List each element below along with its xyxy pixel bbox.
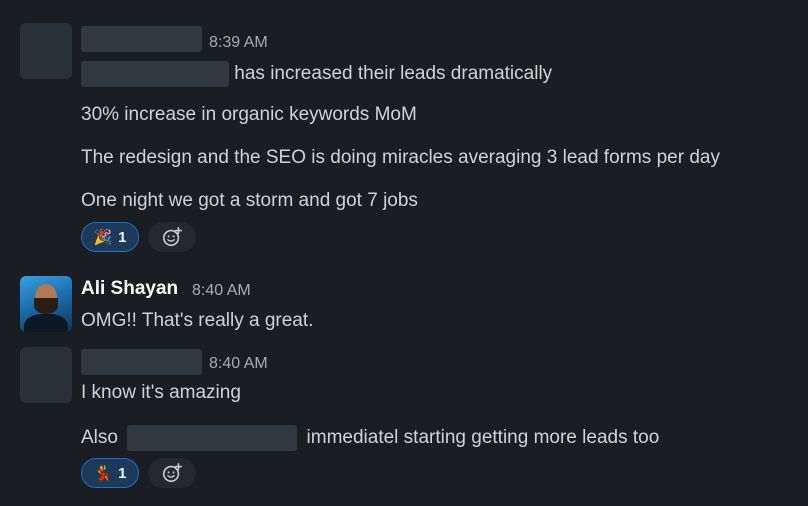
sender-name-redacted[interactable] [81, 349, 202, 375]
dancer-emoji: 💃 [93, 465, 113, 482]
timestamp[interactable]: 8:40 AM [209, 355, 268, 373]
message-text: has increased their leads dramatically [234, 63, 553, 85]
message-line: OMG!! That's really a great. [81, 310, 314, 331]
party-popper-emoji: 🎉 [93, 229, 113, 246]
add-emoji-icon [162, 463, 182, 483]
reaction-dancer[interactable]: 💃 1 [81, 458, 139, 488]
sender-name[interactable]: Ali Shayan [81, 278, 178, 300]
reaction-party[interactable]: 🎉 1 [81, 222, 139, 252]
avatar-redacted[interactable] [20, 23, 72, 79]
redacted-text [127, 425, 298, 451]
redacted-text [81, 61, 229, 87]
message-line: One night we got a storm and got 7 jobs [81, 190, 418, 211]
timestamp[interactable]: 8:39 AM [209, 34, 268, 52]
avatar-ali-shayan[interactable] [20, 276, 72, 332]
avatar-body [24, 314, 68, 332]
add-emoji-icon [162, 227, 182, 247]
avatar-redacted[interactable] [20, 347, 72, 403]
reaction-count: 1 [118, 464, 127, 482]
message-line: Also immediatel starting getting more le… [81, 425, 659, 451]
avatar-beard [34, 298, 58, 314]
sender-name-redacted[interactable] [81, 26, 202, 52]
message-text: Also [81, 427, 118, 449]
message-line: 30% increase in organic keywords MoM [81, 104, 417, 125]
add-reaction-button[interactable] [148, 458, 196, 488]
message-text: immediatel starting getting more leads t… [306, 427, 660, 449]
message-line: has increased their leads dramatically [81, 61, 552, 87]
reaction-count: 1 [118, 228, 127, 246]
message-line: The redesign and the SEO is doing miracl… [81, 147, 720, 168]
message-line: I know it's amazing [81, 382, 241, 403]
add-reaction-button[interactable] [148, 222, 196, 252]
timestamp[interactable]: 8:40 AM [192, 282, 251, 300]
